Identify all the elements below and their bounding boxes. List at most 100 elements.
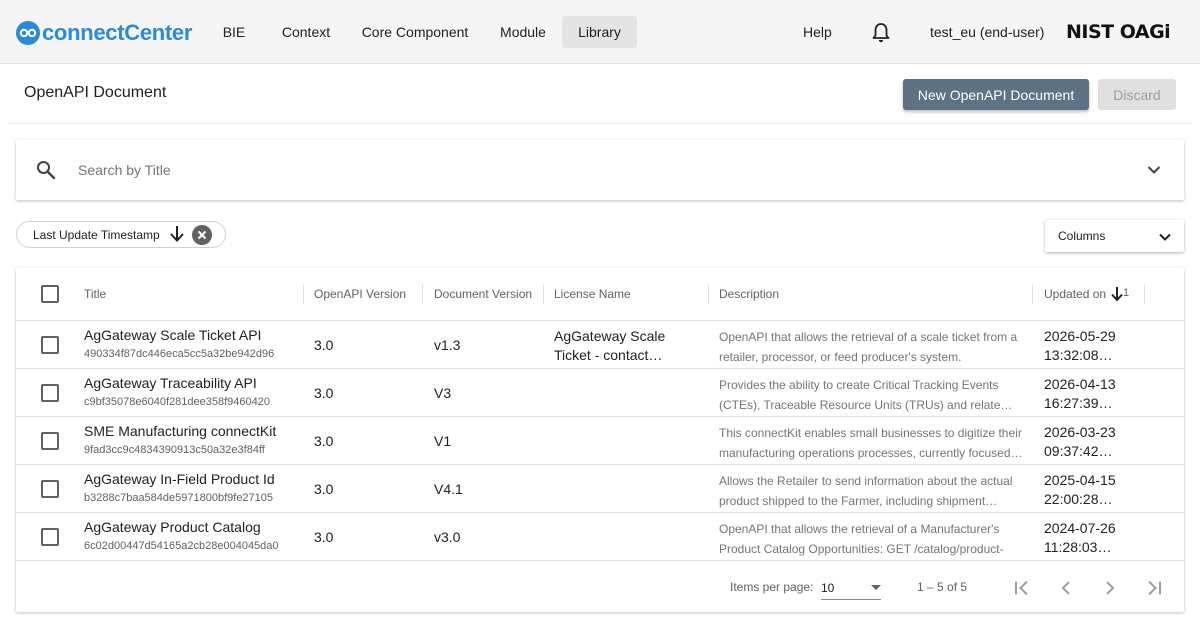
- bell-icon[interactable]: [871, 22, 891, 44]
- nav-core-component[interactable]: Core Component: [352, 16, 478, 48]
- updated-time: 22:00:28…: [1044, 491, 1113, 507]
- document-title[interactable]: AgGateway Traceability API: [84, 375, 257, 391]
- arrow-down-icon: [1111, 287, 1123, 302]
- document-guid: 6c02d00447d54165a2cb28e004045da0: [84, 540, 279, 552]
- updated-on: 2025-04-15 22:00:28…: [1044, 471, 1116, 509]
- table-row[interactable]: SME Manufacturing connectKit 9fad3cc9c48…: [16, 416, 1184, 464]
- prev-page-icon[interactable]: [1054, 576, 1078, 600]
- description: OpenAPI that allows the retrieval of a s…: [719, 330, 1018, 364]
- column-header-description[interactable]: Description: [719, 287, 779, 301]
- sort-index: 1: [1123, 287, 1130, 299]
- description: OpenAPI that allows the retrieval of a M…: [719, 522, 1004, 556]
- document-title[interactable]: AgGateway Product Catalog: [84, 519, 261, 535]
- table-row[interactable]: AgGateway Product Catalog 6c02d00447d541…: [16, 512, 1184, 560]
- table-footer-divider: [16, 560, 1184, 561]
- document-version: v1.3: [434, 337, 461, 353]
- column-header-document-version[interactable]: Document Version: [434, 287, 532, 301]
- search-icon: [37, 161, 56, 180]
- updated-time: 11:28:03…: [1044, 539, 1112, 555]
- document-title[interactable]: SME Manufacturing connectKit: [84, 423, 276, 439]
- updated-time: 09:37:42…: [1044, 443, 1113, 459]
- updated-date: 2026-04-13: [1044, 376, 1116, 392]
- arrow-down-icon: [170, 226, 184, 242]
- chevron-down-icon: [1159, 233, 1171, 241]
- user-menu[interactable]: test_eu (end-user): [930, 16, 1044, 48]
- nav-context[interactable]: Context: [270, 16, 342, 48]
- column-separator: [708, 284, 709, 304]
- column-header-openapi-version[interactable]: OpenAPI Version: [314, 287, 406, 301]
- page-title: OpenAPI Document: [24, 84, 167, 101]
- columns-select[interactable]: Columns: [1045, 220, 1184, 252]
- table-row[interactable]: AgGateway Scale Ticket API 490334f87dc44…: [16, 320, 1184, 368]
- document-guid: 490334f87dc446eca5cc5a32be942d96: [84, 348, 275, 360]
- logo-text: connectCenter: [42, 20, 193, 45]
- openapi-document-table: Title OpenAPI Version Document Version L…: [16, 268, 1184, 612]
- close-icon[interactable]: [192, 225, 212, 245]
- next-page-icon[interactable]: [1098, 576, 1122, 600]
- column-header-updated-on[interactable]: Updated on: [1044, 287, 1106, 301]
- updated-time: 16:27:39…: [1044, 395, 1113, 411]
- app-logo[interactable]: connectCenter: [16, 19, 192, 47]
- updated-time: 13:32:08…: [1044, 347, 1113, 363]
- row-checkbox[interactable]: [41, 336, 59, 354]
- row-checkbox[interactable]: [41, 432, 59, 450]
- search-input[interactable]: [78, 158, 1078, 182]
- first-page-icon[interactable]: [1010, 576, 1034, 600]
- help-link[interactable]: Help: [803, 16, 832, 48]
- new-openapi-document-button[interactable]: New OpenAPI Document: [903, 79, 1089, 110]
- updated-date: 2025-04-15: [1044, 472, 1116, 488]
- items-per-page-select[interactable]: 10: [821, 578, 881, 600]
- table-row[interactable]: AgGateway Traceability API c9bf35078e604…: [16, 368, 1184, 416]
- updated-on: 2026-03-23 09:37:42…: [1044, 423, 1116, 461]
- license-name: AgGateway Scale Ticket - contact…: [554, 328, 666, 363]
- column-separator: [422, 284, 423, 304]
- column-separator: [543, 284, 544, 304]
- page-range-label: 1 – 5 of 5: [917, 580, 968, 594]
- last-page-icon[interactable]: [1142, 576, 1166, 600]
- column-header-license-name[interactable]: License Name: [554, 287, 631, 301]
- column-header-title[interactable]: Title: [84, 287, 106, 301]
- description: This connectKit enables small businesses…: [719, 426, 1023, 460]
- openapi-version: 3.0: [314, 433, 334, 449]
- top-app-bar: connectCenter BIE Context Core Component…: [0, 0, 1200, 64]
- items-per-page-label: Items per page:: [730, 580, 814, 594]
- sort-chip-label: Last Update Timestamp: [33, 228, 160, 242]
- description: Provides the ability to create Critical …: [719, 378, 1013, 412]
- updated-on: 2026-04-13 16:27:39…: [1044, 375, 1116, 413]
- column-separator: [303, 284, 304, 304]
- updated-date: 2024-07-26: [1044, 520, 1116, 536]
- updated-date: 2026-03-23: [1044, 424, 1116, 440]
- columns-label: Columns: [1058, 229, 1106, 243]
- document-title[interactable]: AgGateway In-Field Product Id: [84, 471, 275, 487]
- discard-button[interactable]: Discard: [1098, 79, 1176, 110]
- license-name: [554, 423, 694, 461]
- updated-date: 2026-05-29: [1044, 328, 1116, 344]
- openapi-version: 3.0: [314, 385, 334, 401]
- select-all-checkbox[interactable]: [41, 285, 59, 303]
- nav-bie[interactable]: BIE: [210, 16, 258, 48]
- license-name: [554, 471, 694, 509]
- document-title[interactable]: AgGateway Scale Ticket API: [84, 327, 261, 343]
- document-guid: c9bf35078e6040f281dee358f9460420: [84, 396, 270, 408]
- table-row[interactable]: AgGateway In-Field Product Id b3288c7baa…: [16, 464, 1184, 512]
- chevron-down-icon[interactable]: [1145, 161, 1163, 179]
- document-version: V4.1: [434, 481, 463, 497]
- document-version: v3.0: [434, 529, 461, 545]
- license-name: [554, 375, 694, 413]
- row-checkbox[interactable]: [41, 480, 59, 498]
- updated-on: 2026-05-29 13:32:08…: [1044, 327, 1116, 365]
- row-checkbox[interactable]: [41, 528, 59, 546]
- column-separator: [1144, 284, 1145, 304]
- nist-oagi-logo: NIST OAGi: [1066, 21, 1171, 43]
- items-per-page-value: 10: [821, 581, 835, 595]
- search-panel: [16, 140, 1184, 200]
- document-guid: b3288c7baa584de5971800bf9fe27105: [84, 492, 274, 504]
- logo-mark: [16, 21, 40, 45]
- nav-module[interactable]: Module: [488, 16, 558, 48]
- row-checkbox[interactable]: [41, 384, 59, 402]
- header-divider: [8, 123, 1192, 124]
- document-guid: 9fad3cc9c4834390913c50a32e3f84ff: [84, 444, 265, 456]
- nav-library[interactable]: Library: [562, 16, 637, 48]
- openapi-version: 3.0: [314, 337, 334, 353]
- sort-chip[interactable]: Last Update Timestamp: [16, 221, 226, 248]
